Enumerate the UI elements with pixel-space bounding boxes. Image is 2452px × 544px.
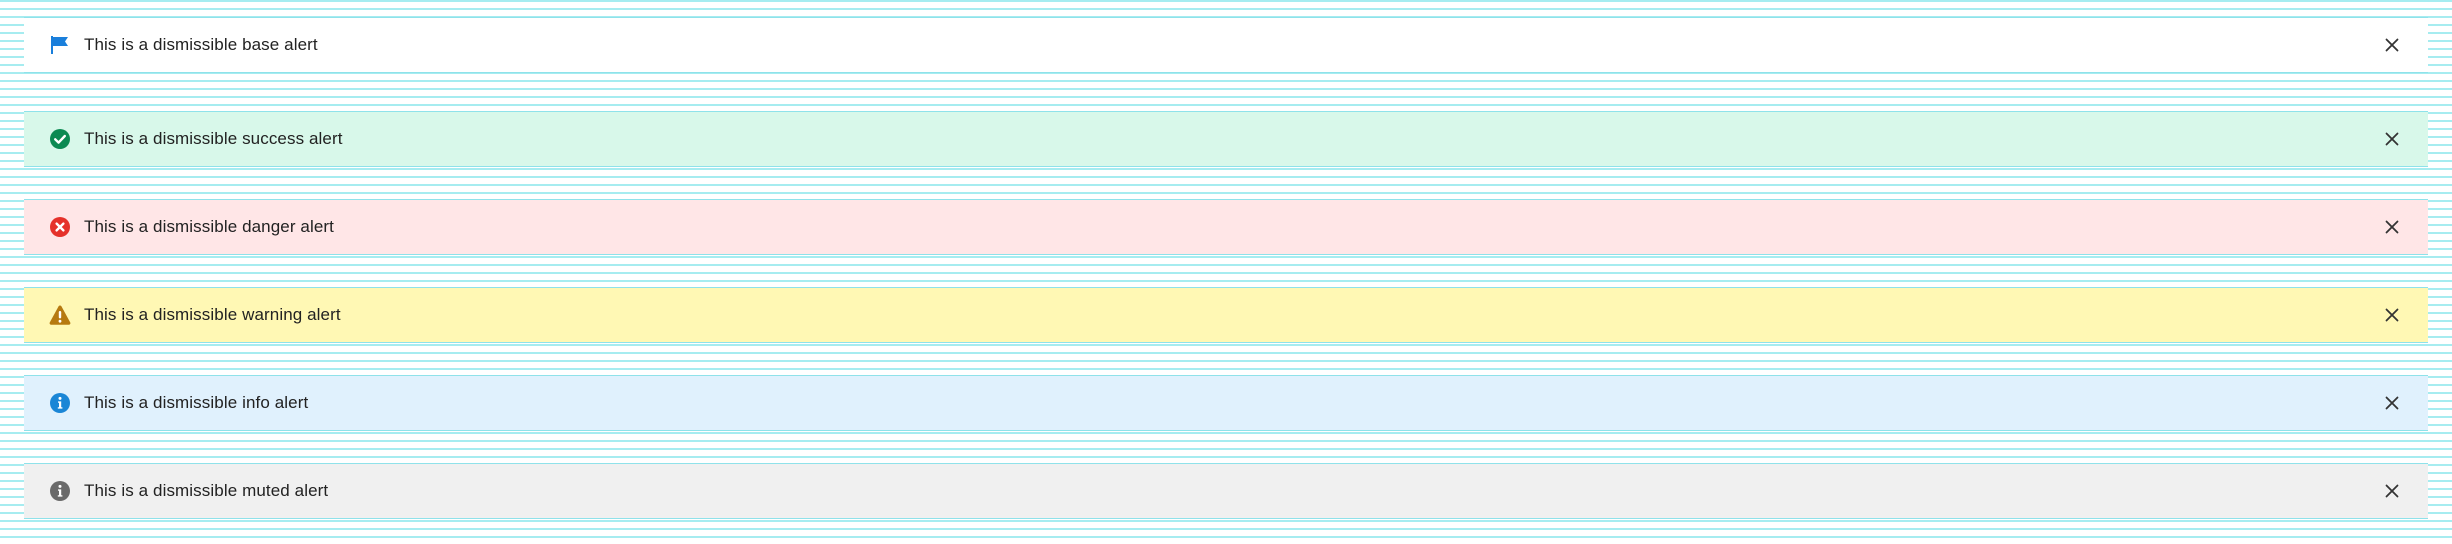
success-alert: This is a dismissible success alert [24,111,2428,167]
alert-list: This is a dismissible base alert This is… [0,0,2452,544]
info-circle-icon [48,391,72,415]
info-alert: This is a dismissible info alert [24,375,2428,431]
x-circle-icon [48,215,72,239]
alert-message: This is a dismissible info alert [84,393,309,412]
close-icon[interactable] [2380,479,2404,503]
alert-message: This is a dismissible muted alert [84,481,329,500]
close-icon[interactable] [2380,391,2404,415]
danger-alert: This is a dismissible danger alert [24,199,2428,255]
warning-alert: This is a dismissible warning alert [24,287,2428,343]
close-icon[interactable] [2380,33,2404,57]
muted-alert: This is a dismissible muted alert [24,463,2428,519]
flag-icon [48,33,72,57]
alert-message: This is a dismissible base alert [84,35,318,54]
base-alert: This is a dismissible base alert [24,17,2428,73]
check-circle-icon [48,127,72,151]
close-icon[interactable] [2380,303,2404,327]
close-icon[interactable] [2380,127,2404,151]
alert-message: This is a dismissible success alert [84,129,343,148]
info-circle-icon [48,479,72,503]
close-icon[interactable] [2380,215,2404,239]
alert-message: This is a dismissible danger alert [84,217,334,236]
alert-message: This is a dismissible warning alert [84,305,341,324]
warning-triangle-icon [48,303,72,327]
